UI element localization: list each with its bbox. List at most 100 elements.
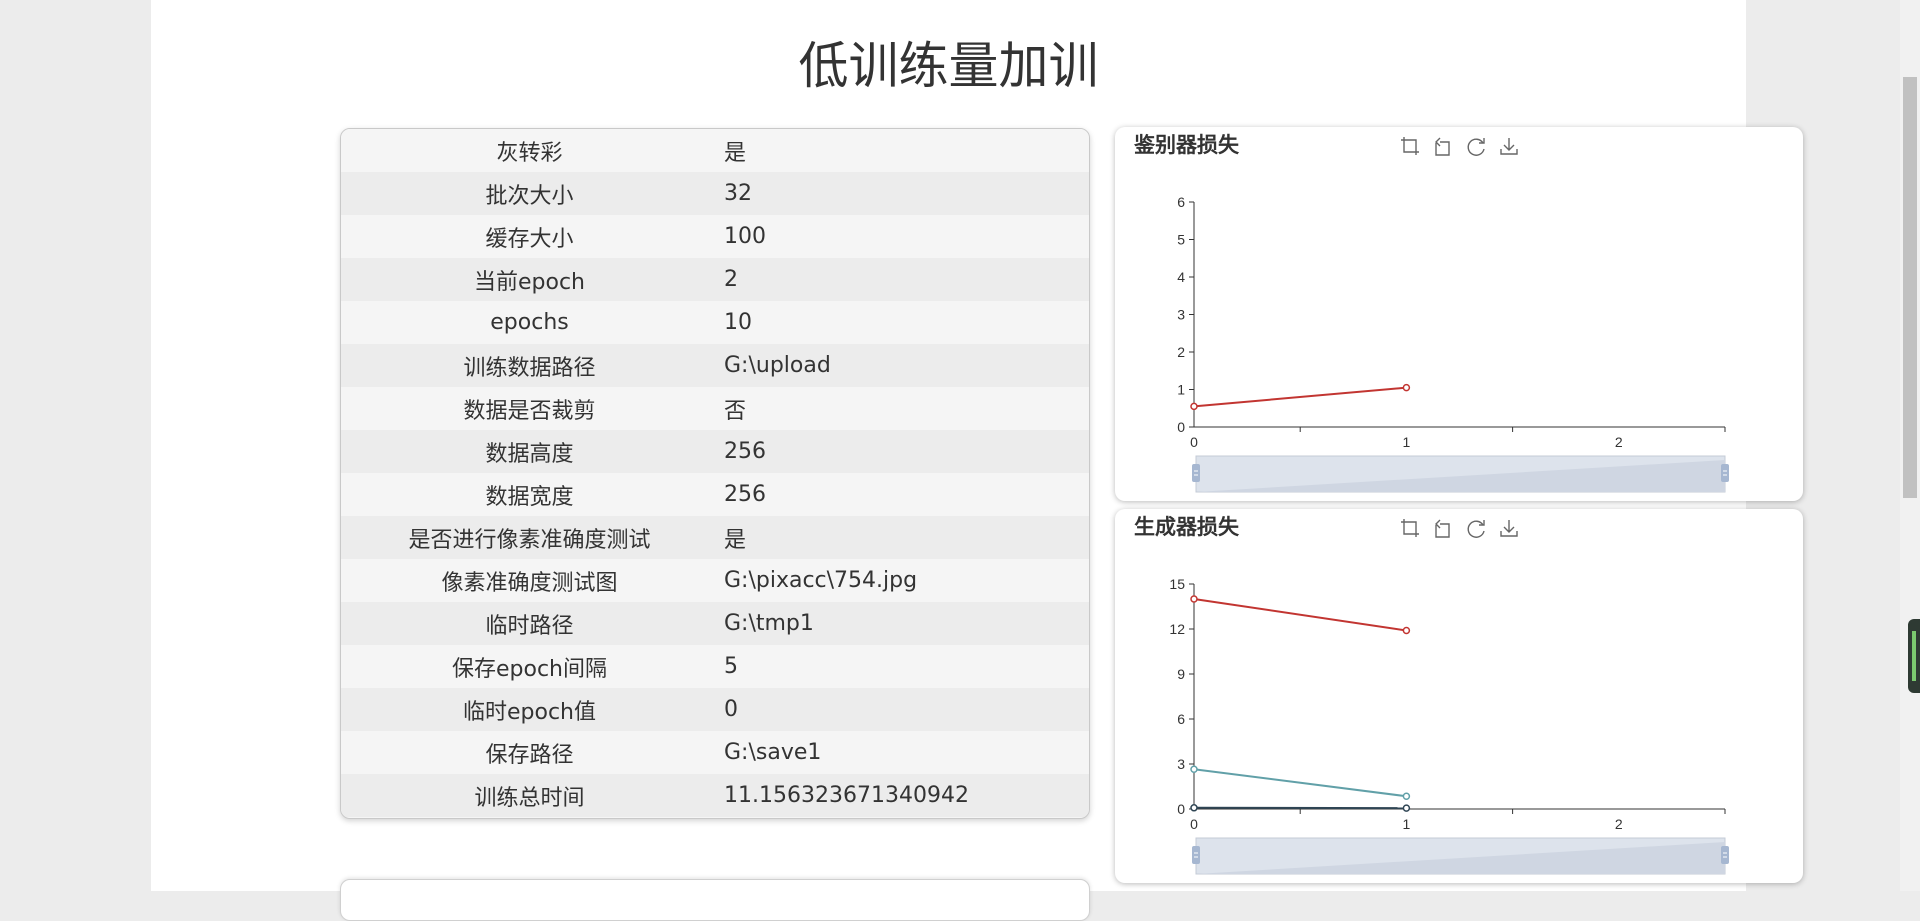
info-row: 数据宽度256: [341, 473, 1089, 516]
series-line: [1194, 769, 1406, 796]
info-label: 临时路径: [341, 608, 718, 640]
info-row: 当前epoch2: [341, 258, 1089, 301]
x-tick-label: 1: [1403, 434, 1411, 450]
y-tick-label: 1: [1177, 382, 1185, 398]
y-tick-label: 5: [1177, 232, 1185, 248]
series-line: [1194, 388, 1406, 407]
page-title: 低训练量加训: [151, 32, 1746, 100]
x-tick-label: 0: [1190, 816, 1198, 832]
info-value: 256: [718, 482, 1089, 507]
y-tick-label: 6: [1177, 194, 1185, 210]
info-label: 批次大小: [341, 178, 718, 210]
chart-title: 生成器损失: [1134, 511, 1239, 541]
info-row: 保存epoch间隔5: [341, 645, 1089, 688]
info-row: 灰转彩是: [341, 129, 1089, 172]
data-point: [1191, 596, 1197, 602]
info-value: 是: [718, 522, 1089, 554]
discriminator-loss-chart: 0123456012 鉴别器损失: [1115, 127, 1803, 501]
info-row: 保存路径G:\save1: [341, 731, 1089, 774]
zoom-reset-icon[interactable]: [1432, 517, 1454, 539]
datazoom-handle[interactable]: [1192, 464, 1200, 482]
info-label: 缓存大小: [341, 221, 718, 253]
save-image-icon[interactable]: [1498, 135, 1520, 157]
chart-title: 鉴别器损失: [1134, 129, 1239, 159]
x-tick-label: 2: [1615, 434, 1623, 450]
data-point: [1191, 766, 1197, 772]
info-label: 训练数据路径: [341, 350, 718, 382]
area-zoom-icon[interactable]: [1399, 135, 1421, 157]
info-row: 像素准确度测试图G:\pixacc\754.jpg: [341, 559, 1089, 602]
y-tick-label: 6: [1177, 711, 1185, 727]
datazoom-handle[interactable]: [1721, 846, 1729, 864]
y-tick-label: 3: [1177, 307, 1185, 323]
info-value: 256: [718, 439, 1089, 464]
chart-toolbox: [1399, 517, 1520, 539]
info-label: epochs: [341, 310, 718, 335]
info-label: 灰转彩: [341, 135, 718, 167]
vertical-scrollbar[interactable]: [1900, 0, 1920, 891]
info-row: 训练数据路径G:\upload: [341, 344, 1089, 387]
info-label: 临时epoch值: [341, 694, 718, 726]
page-container: 低训练量加训 灰转彩是批次大小32缓存大小100当前epoch2epochs10…: [151, 0, 1746, 891]
side-widget-handle[interactable]: [1908, 619, 1920, 693]
info-value: G:\pixacc\754.jpg: [718, 568, 1089, 593]
info-value: 11.156323671340942: [718, 783, 1089, 808]
data-point: [1191, 403, 1197, 409]
data-point: [1403, 628, 1409, 634]
restore-icon[interactable]: [1465, 135, 1487, 157]
x-tick-label: 0: [1190, 434, 1198, 450]
info-value: 0: [718, 697, 1089, 722]
info-row: epochs10: [341, 301, 1089, 344]
info-row: 缓存大小100: [341, 215, 1089, 258]
info-value: 10: [718, 310, 1089, 335]
zoom-reset-icon[interactable]: [1432, 135, 1454, 157]
data-point: [1403, 385, 1409, 391]
info-row: 临时epoch值0: [341, 688, 1089, 731]
info-label: 数据高度: [341, 436, 718, 468]
area-zoom-icon[interactable]: [1399, 517, 1421, 539]
y-tick-label: 2: [1177, 344, 1185, 360]
info-label: 像素准确度测试图: [341, 565, 718, 597]
generator-loss-chart: 03691215012 生成器损失: [1115, 509, 1803, 883]
data-point: [1403, 805, 1409, 811]
info-label: 保存路径: [341, 737, 718, 769]
info-value: G:\tmp1: [718, 611, 1089, 636]
info-row: 数据高度256: [341, 430, 1089, 473]
datazoom-handle[interactable]: [1192, 846, 1200, 864]
info-row: 是否进行像素准确度测试是: [341, 516, 1089, 559]
x-tick-label: 1: [1403, 816, 1411, 832]
info-row: 临时路径G:\tmp1: [341, 602, 1089, 645]
y-tick-label: 15: [1169, 576, 1185, 592]
training-info-table: 灰转彩是批次大小32缓存大小100当前epoch2epochs10训练数据路径G…: [340, 128, 1090, 819]
y-tick-label: 9: [1177, 666, 1185, 682]
info-label: 训练总时间: [341, 780, 718, 812]
info-label: 数据是否裁剪: [341, 393, 718, 425]
info-label: 数据宽度: [341, 479, 718, 511]
y-tick-label: 12: [1169, 621, 1185, 637]
restore-icon[interactable]: [1465, 517, 1487, 539]
discriminator-loss-plot[interactable]: 0123456012: [1115, 127, 1803, 501]
info-value: 5: [718, 654, 1089, 679]
info-value: 是: [718, 135, 1089, 167]
info-row: 数据是否裁剪否: [341, 387, 1089, 430]
info-label: 当前epoch: [341, 264, 718, 296]
datazoom-handle[interactable]: [1721, 464, 1729, 482]
info-row: 批次大小32: [341, 172, 1089, 215]
info-value: 否: [718, 393, 1089, 425]
save-image-icon[interactable]: [1498, 517, 1520, 539]
series-line: [1194, 599, 1406, 631]
generator-loss-plot[interactable]: 03691215012: [1115, 509, 1803, 883]
scrollbar-thumb[interactable]: [1903, 77, 1917, 498]
y-tick-label: 0: [1177, 801, 1185, 817]
next-card: [340, 879, 1090, 921]
info-value: 100: [718, 224, 1089, 249]
chart-toolbox: [1399, 135, 1520, 157]
y-tick-label: 0: [1177, 419, 1185, 435]
x-tick-label: 2: [1615, 816, 1623, 832]
info-label: 保存epoch间隔: [341, 651, 718, 683]
info-value: G:\save1: [718, 740, 1089, 765]
info-row: 训练总时间11.156323671340942: [341, 774, 1089, 817]
info-label: 是否进行像素准确度测试: [341, 522, 718, 554]
info-value: 32: [718, 181, 1089, 206]
data-point: [1403, 793, 1409, 799]
